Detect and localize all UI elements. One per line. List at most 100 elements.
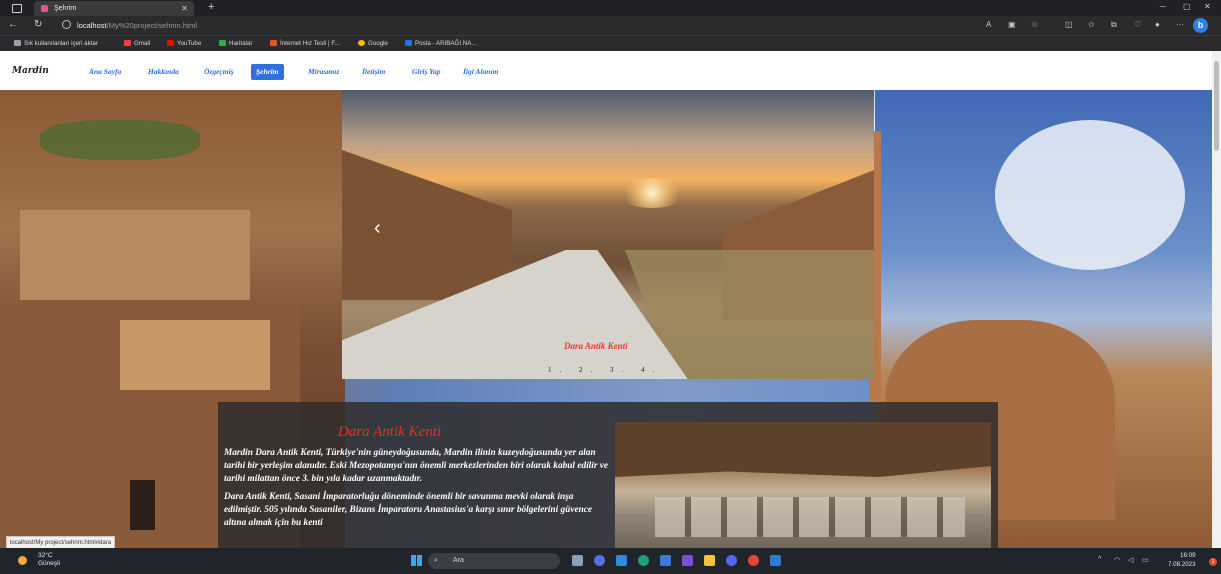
read-aloud-icon[interactable]: A xyxy=(986,20,991,29)
image-carousel[interactable]: ‹ Dara Antik Kenti 1. 2. 3. 4. xyxy=(342,90,874,379)
article-text: Mardin Dara Antik Kenti, Türkiye'nin gün… xyxy=(224,447,612,535)
nav-ozgecmis[interactable]: Özgeçmiş xyxy=(199,64,239,80)
bookmark-import[interactable]: Sık kullanılanları içeri aktar xyxy=(14,39,98,48)
discord-icon[interactable] xyxy=(726,555,737,566)
nav-mirasimiz[interactable]: Mirasımız xyxy=(303,64,344,80)
nav-iletisim[interactable]: İletişim xyxy=(357,64,390,80)
bookmark-label: Posta - ARIBAĞI NA... xyxy=(415,40,477,47)
page-scrollbar[interactable] xyxy=(1212,51,1221,548)
rock-cliff xyxy=(342,150,512,300)
wifi-icon[interactable]: ◠ xyxy=(1114,556,1120,564)
bookmark-label: YouTube xyxy=(177,40,202,47)
nav-ana-sayfa[interactable]: Ana Sayfa xyxy=(84,64,126,80)
rock-tombs xyxy=(655,497,965,537)
site-info-icon[interactable] xyxy=(62,20,71,29)
file-explorer-icon[interactable] xyxy=(704,555,715,566)
new-tab-icon[interactable]: + xyxy=(208,1,214,14)
chat-icon[interactable] xyxy=(594,555,605,566)
site-navbar: Mardin Ana Sayfa Hakkında Özgeçmiş Şehri… xyxy=(0,51,1212,90)
article-title: Dara Antik Kenti xyxy=(338,424,442,440)
profile-icon[interactable]: ● xyxy=(1155,20,1160,29)
store-icon[interactable] xyxy=(660,555,671,566)
sun-icon[interactable] xyxy=(18,556,27,565)
bookmark-mail[interactable]: Posta - ARIBAĞI NA... xyxy=(405,39,477,48)
bookmarks-bar: Sık kullanılanları içeri aktar Gmail You… xyxy=(0,35,1221,51)
back-icon[interactable]: ← xyxy=(8,19,18,31)
clock[interactable]: 16:09 7.08.2023 xyxy=(1168,551,1196,569)
outlook-icon xyxy=(405,40,412,46)
maximize-icon[interactable]: ▢ xyxy=(1183,2,1191,11)
chrome-icon[interactable] xyxy=(748,555,759,566)
folder-icon xyxy=(14,40,21,46)
extensions-icon[interactable]: ♡ xyxy=(1134,20,1141,29)
nav-giris-yap[interactable]: Giriş Yap xyxy=(407,64,446,80)
address-toolbar: ← ↻ localhost/My%20project/sehrim.html A… xyxy=(0,16,1221,35)
taskbar-search[interactable]: ⌕ Ara xyxy=(428,553,560,569)
favorites-icon[interactable]: ✩ xyxy=(1088,20,1095,29)
close-window-icon[interactable]: ✕ xyxy=(1204,2,1211,11)
building xyxy=(120,320,270,390)
bookmark-label: Gmail xyxy=(134,40,151,47)
nav-ilgi-alanim[interactable]: İlgi Alanım xyxy=(458,64,503,80)
windows-taskbar: 32°C Güneşli ⌕ Ara ^ ◠ ◁ ▭ 16:09 7.08.20… xyxy=(0,548,1221,574)
tab-favicon xyxy=(41,5,48,12)
search-placeholder: Ara xyxy=(453,557,464,564)
visual-studio-icon[interactable] xyxy=(682,555,693,566)
more-menu-icon[interactable]: ··· xyxy=(1176,20,1184,29)
site-logo[interactable]: Mardin xyxy=(12,64,60,78)
maps-icon xyxy=(219,40,226,46)
youtube-icon xyxy=(167,40,174,46)
browser-tab[interactable]: Şehrim ✕ xyxy=(34,1,194,16)
battery-icon[interactable]: ▭ xyxy=(1142,556,1149,564)
google-icon xyxy=(358,40,365,46)
app-available-icon[interactable]: ▣ xyxy=(1008,20,1016,29)
start-icon[interactable] xyxy=(411,555,422,566)
split-screen-icon[interactable]: ◫ xyxy=(1065,20,1073,29)
nav-hakkinda[interactable]: Hakkında xyxy=(143,64,184,80)
article-photo xyxy=(615,422,991,548)
weather-temp: 32°C xyxy=(38,552,53,559)
sunset xyxy=(617,178,687,208)
bookmark-speedtest[interactable]: İnternet Hız Testi | F... xyxy=(270,39,340,48)
bookmark-google[interactable]: Google xyxy=(358,39,388,48)
minimize-icon[interactable]: ─ xyxy=(1160,2,1166,11)
bookmark-youtube[interactable]: YouTube xyxy=(167,39,201,48)
notification-badge[interactable]: 1 xyxy=(1209,558,1217,566)
cloud xyxy=(995,120,1185,270)
nav-sehrim[interactable]: Şehrim xyxy=(251,64,284,80)
gmail-icon xyxy=(124,40,131,46)
bookmark-label: Google xyxy=(368,40,388,47)
article-paragraph: Mardin Dara Antik Kenti, Türkiye'nin gün… xyxy=(224,448,609,484)
carousel-prev-icon[interactable]: ‹ xyxy=(374,218,381,238)
carousel-caption: Dara Antik Kenti xyxy=(564,341,628,351)
refresh-icon[interactable]: ↻ xyxy=(34,19,42,31)
vscode-icon[interactable] xyxy=(616,555,627,566)
bookmark-maps[interactable]: Haritalar xyxy=(219,39,252,48)
doorway xyxy=(130,480,155,530)
bookmark-gmail[interactable]: Gmail xyxy=(124,39,150,48)
clock-time: 16:09 xyxy=(1180,552,1196,559)
tab-actions-icon[interactable] xyxy=(12,4,22,13)
bookmark-label: Sık kullanılanları içeri aktar xyxy=(24,40,98,47)
address-field[interactable]: localhost/My%20project/sehrim.html xyxy=(62,18,682,33)
task-view-icon[interactable] xyxy=(572,555,583,566)
scrollbar-thumb[interactable] xyxy=(1214,61,1219,151)
web-page: Mardin Ana Sayfa Hakkında Özgeçmiş Şehri… xyxy=(0,51,1212,548)
cave-rock xyxy=(615,422,991,477)
copilot-icon[interactable]: b xyxy=(1193,18,1208,33)
close-tab-icon[interactable]: ✕ xyxy=(181,1,188,16)
word-icon[interactable] xyxy=(770,555,781,566)
url-path: /My%20project/sehrim.html xyxy=(106,21,198,30)
browser-tab-strip: Şehrim ✕ + ─ ▢ ✕ xyxy=(0,0,1221,16)
favorite-star-icon[interactable]: ☆ xyxy=(1031,20,1038,29)
collections-icon[interactable]: ⧉ xyxy=(1111,20,1117,30)
edge-icon[interactable] xyxy=(638,555,649,566)
weather-desc: Güneşli xyxy=(38,560,61,567)
carousel-indicators[interactable]: 1. 2. 3. 4. xyxy=(548,366,662,374)
speedtest-icon xyxy=(270,40,277,46)
search-icon: ⌕ xyxy=(434,557,438,564)
tray-chevron-icon[interactable]: ^ xyxy=(1098,556,1101,563)
article-panel: Dara Antik Kenti Mardin Dara Antik Kenti… xyxy=(218,402,998,548)
volume-icon[interactable]: ◁ xyxy=(1128,556,1133,564)
weather-widget[interactable]: 32°C Güneşli xyxy=(38,552,60,568)
